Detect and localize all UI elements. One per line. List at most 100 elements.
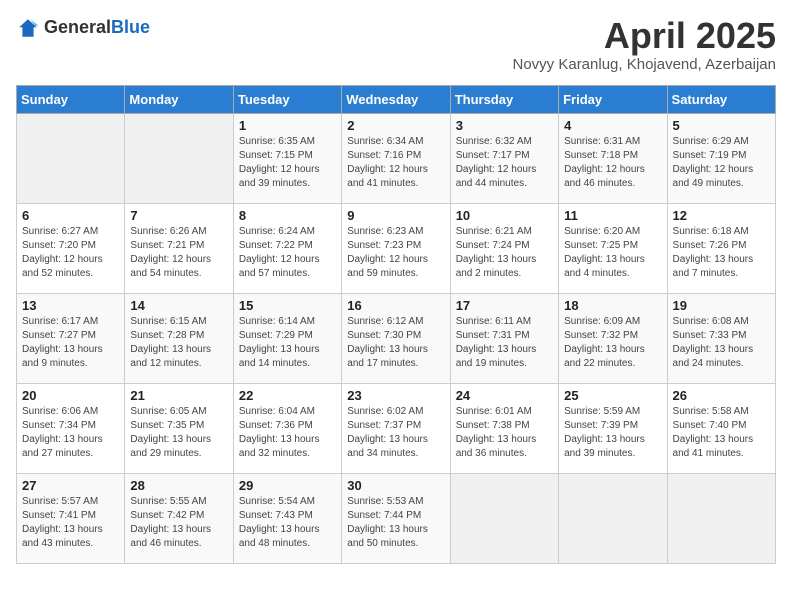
day-number: 26 bbox=[673, 388, 770, 403]
day-number: 16 bbox=[347, 298, 444, 313]
calendar-day-cell: 1 Sunrise: 6:35 AM Sunset: 7:15 PM Daylig… bbox=[233, 113, 341, 203]
calendar-day-cell: 17 Sunrise: 6:11 AM Sunset: 7:31 PM Dayli… bbox=[450, 293, 558, 383]
calendar-day-cell: 9 Sunrise: 6:23 AM Sunset: 7:23 PM Daylig… bbox=[342, 203, 450, 293]
calendar-day-cell: 28Sunrise: 5:55 AM Sunset: 7:42 PM Dayli… bbox=[125, 473, 233, 563]
subtitle: Novyy Karanlug, Khojavend, Azerbaijan bbox=[513, 56, 777, 73]
day-number: 19 bbox=[673, 298, 770, 313]
day-info: Sunrise: 6:27 AM Sunset: 7:20 PM Dayligh… bbox=[22, 225, 119, 281]
calendar-day-cell bbox=[559, 473, 667, 563]
day-number: 3 bbox=[456, 118, 553, 133]
calendar-week-row: 13 Sunrise: 6:17 AM Sunset: 7:27 PM Dayli… bbox=[17, 293, 776, 383]
day-number: 24 bbox=[456, 388, 553, 403]
day-number: 29 bbox=[239, 478, 336, 493]
calendar-day-cell bbox=[450, 473, 558, 563]
day-info: Sunrise: 6:35 AM Sunset: 7:15 PM Dayligh… bbox=[239, 135, 336, 191]
calendar-day-cell: 3 Sunrise: 6:32 AM Sunset: 7:17 PM Daylig… bbox=[450, 113, 558, 203]
day-info: Sunrise: 6:20 AM Sunset: 7:25 PM Dayligh… bbox=[564, 225, 661, 281]
day-info: Sunrise: 6:32 AM Sunset: 7:17 PM Dayligh… bbox=[456, 135, 553, 191]
day-info: Sunrise: 5:54 AM Sunset: 7:43 PM Dayligh… bbox=[239, 495, 336, 551]
day-number: 5 bbox=[673, 118, 770, 133]
day-info: Sunrise: 6:31 AM Sunset: 7:18 PM Dayligh… bbox=[564, 135, 661, 191]
day-of-week-header: Saturday bbox=[667, 85, 775, 113]
calendar-day-cell: 30 Sunrise: 5:53 AM Sunset: 7:44 PM Dayli… bbox=[342, 473, 450, 563]
calendar-day-cell: 23 Sunrise: 6:02 AM Sunset: 7:37 PM Dayli… bbox=[342, 383, 450, 473]
logo: GeneralBlue bbox=[16, 16, 150, 40]
day-info: Sunrise: 5:53 AM Sunset: 7:44 PM Dayligh… bbox=[347, 495, 444, 551]
day-of-week-header: Thursday bbox=[450, 85, 558, 113]
day-info: Sunrise: 6:05 AM Sunset: 7:35 PM Dayligh… bbox=[130, 405, 227, 461]
day-number: 1 bbox=[239, 118, 336, 133]
calendar-day-cell: 12Sunrise: 6:18 AM Sunset: 7:26 PM Dayli… bbox=[667, 203, 775, 293]
calendar-day-cell: 24 Sunrise: 6:01 AM Sunset: 7:38 PM Dayli… bbox=[450, 383, 558, 473]
day-number: 27 bbox=[22, 478, 119, 493]
calendar-week-row: 1 Sunrise: 6:35 AM Sunset: 7:15 PM Daylig… bbox=[17, 113, 776, 203]
header: GeneralBlue April 2025 Novyy Karanlug, K… bbox=[16, 16, 776, 73]
day-number: 21 bbox=[130, 388, 227, 403]
day-info: Sunrise: 6:01 AM Sunset: 7:38 PM Dayligh… bbox=[456, 405, 553, 461]
calendar-day-cell: 29 Sunrise: 5:54 AM Sunset: 7:43 PM Dayli… bbox=[233, 473, 341, 563]
calendar-header-row: SundayMondayTuesdayWednesdayThursdayFrid… bbox=[17, 85, 776, 113]
day-number: 15 bbox=[239, 298, 336, 313]
day-number: 10 bbox=[456, 208, 553, 223]
day-number: 8 bbox=[239, 208, 336, 223]
day-info: Sunrise: 6:17 AM Sunset: 7:27 PM Dayligh… bbox=[22, 315, 119, 371]
day-info: Sunrise: 6:09 AM Sunset: 7:32 PM Dayligh… bbox=[564, 315, 661, 371]
day-info: Sunrise: 6:02 AM Sunset: 7:37 PM Dayligh… bbox=[347, 405, 444, 461]
day-info: Sunrise: 6:26 AM Sunset: 7:21 PM Dayligh… bbox=[130, 225, 227, 281]
day-info: Sunrise: 5:59 AM Sunset: 7:39 PM Dayligh… bbox=[564, 405, 661, 461]
calendar-day-cell: 25 Sunrise: 5:59 AM Sunset: 7:39 PM Dayli… bbox=[559, 383, 667, 473]
day-number: 18 bbox=[564, 298, 661, 313]
day-info: Sunrise: 6:23 AM Sunset: 7:23 PM Dayligh… bbox=[347, 225, 444, 281]
day-info: Sunrise: 6:24 AM Sunset: 7:22 PM Dayligh… bbox=[239, 225, 336, 281]
day-number: 13 bbox=[22, 298, 119, 313]
day-info: Sunrise: 5:57 AM Sunset: 7:41 PM Dayligh… bbox=[22, 495, 119, 551]
day-number: 20 bbox=[22, 388, 119, 403]
calendar-day-cell: 26 Sunrise: 5:58 AM Sunset: 7:40 PM Dayli… bbox=[667, 383, 775, 473]
calendar-day-cell: 16Sunrise: 6:12 AM Sunset: 7:30 PM Dayli… bbox=[342, 293, 450, 383]
calendar-day-cell: 19 Sunrise: 6:08 AM Sunset: 7:33 PM Dayli… bbox=[667, 293, 775, 383]
day-info: Sunrise: 6:21 AM Sunset: 7:24 PM Dayligh… bbox=[456, 225, 553, 281]
calendar-day-cell: 21 Sunrise: 6:05 AM Sunset: 7:35 PM Dayli… bbox=[125, 383, 233, 473]
day-number: 14 bbox=[130, 298, 227, 313]
calendar-day-cell: 7Sunrise: 6:26 AM Sunset: 7:21 PM Daylig… bbox=[125, 203, 233, 293]
calendar-day-cell: 4Sunrise: 6:31 AM Sunset: 7:18 PM Daylig… bbox=[559, 113, 667, 203]
calendar-day-cell: 27 Sunrise: 5:57 AM Sunset: 7:41 PM Dayli… bbox=[17, 473, 125, 563]
calendar-day-cell: 2 Sunrise: 6:34 AM Sunset: 7:16 PM Daylig… bbox=[342, 113, 450, 203]
calendar-day-cell: 10 Sunrise: 6:21 AM Sunset: 7:24 PM Dayli… bbox=[450, 203, 558, 293]
calendar-day-cell: 15 Sunrise: 6:14 AM Sunset: 7:29 PM Dayli… bbox=[233, 293, 341, 383]
day-number: 23 bbox=[347, 388, 444, 403]
day-info: Sunrise: 6:11 AM Sunset: 7:31 PM Dayligh… bbox=[456, 315, 553, 371]
calendar-week-row: 20Sunrise: 6:06 AM Sunset: 7:34 PM Dayli… bbox=[17, 383, 776, 473]
day-info: Sunrise: 6:29 AM Sunset: 7:19 PM Dayligh… bbox=[673, 135, 770, 191]
day-of-week-header: Sunday bbox=[17, 85, 125, 113]
day-info: Sunrise: 6:15 AM Sunset: 7:28 PM Dayligh… bbox=[130, 315, 227, 371]
day-number: 17 bbox=[456, 298, 553, 313]
day-info: Sunrise: 6:34 AM Sunset: 7:16 PM Dayligh… bbox=[347, 135, 444, 191]
day-number: 9 bbox=[347, 208, 444, 223]
calendar-table: SundayMondayTuesdayWednesdayThursdayFrid… bbox=[16, 85, 776, 564]
day-info: Sunrise: 6:08 AM Sunset: 7:33 PM Dayligh… bbox=[673, 315, 770, 371]
title-area: April 2025 Novyy Karanlug, Khojavend, Az… bbox=[513, 16, 777, 73]
day-number: 6 bbox=[22, 208, 119, 223]
day-info: Sunrise: 6:04 AM Sunset: 7:36 PM Dayligh… bbox=[239, 405, 336, 461]
calendar-day-cell: 11 Sunrise: 6:20 AM Sunset: 7:25 PM Dayli… bbox=[559, 203, 667, 293]
calendar-day-cell: 20Sunrise: 6:06 AM Sunset: 7:34 PM Dayli… bbox=[17, 383, 125, 473]
day-of-week-header: Tuesday bbox=[233, 85, 341, 113]
calendar-week-row: 6 Sunrise: 6:27 AM Sunset: 7:20 PM Daylig… bbox=[17, 203, 776, 293]
calendar-day-cell: 13 Sunrise: 6:17 AM Sunset: 7:27 PM Dayli… bbox=[17, 293, 125, 383]
day-info: Sunrise: 6:18 AM Sunset: 7:26 PM Dayligh… bbox=[673, 225, 770, 281]
day-info: Sunrise: 6:14 AM Sunset: 7:29 PM Dayligh… bbox=[239, 315, 336, 371]
calendar-day-cell: 14 Sunrise: 6:15 AM Sunset: 7:28 PM Dayli… bbox=[125, 293, 233, 383]
day-number: 25 bbox=[564, 388, 661, 403]
calendar-day-cell: 22Sunrise: 6:04 AM Sunset: 7:36 PM Dayli… bbox=[233, 383, 341, 473]
day-info: Sunrise: 5:55 AM Sunset: 7:42 PM Dayligh… bbox=[130, 495, 227, 551]
calendar-day-cell: 18 Sunrise: 6:09 AM Sunset: 7:32 PM Dayli… bbox=[559, 293, 667, 383]
main-title: April 2025 bbox=[513, 16, 777, 56]
day-info: Sunrise: 5:58 AM Sunset: 7:40 PM Dayligh… bbox=[673, 405, 770, 461]
day-number: 30 bbox=[347, 478, 444, 493]
day-number: 11 bbox=[564, 208, 661, 223]
calendar-day-cell bbox=[17, 113, 125, 203]
day-number: 2 bbox=[347, 118, 444, 133]
logo-general: GeneralBlue bbox=[44, 18, 150, 38]
calendar-day-cell: 6 Sunrise: 6:27 AM Sunset: 7:20 PM Daylig… bbox=[17, 203, 125, 293]
